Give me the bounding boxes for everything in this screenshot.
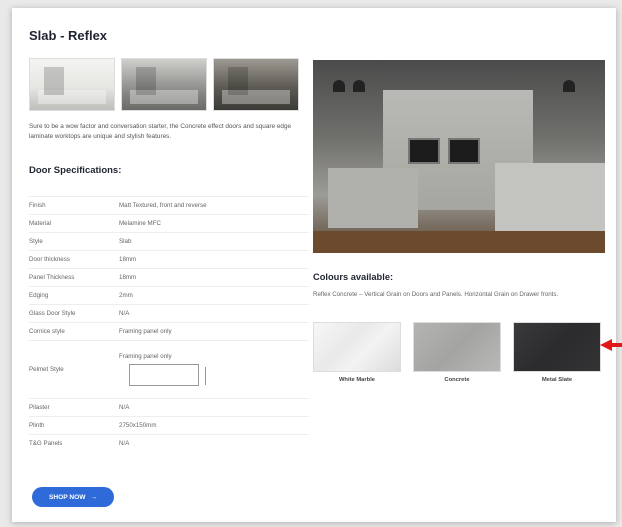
- swatch-label: Concrete: [444, 377, 470, 383]
- table-row: Style Slab: [29, 232, 309, 251]
- table-row: Door thickness 18mm: [29, 250, 309, 269]
- product-description: Sure to be a wow factor and conversation…: [29, 123, 292, 140]
- swatch-label: White Marble: [338, 377, 376, 383]
- shop-now-button[interactable]: SHOP NOW →: [32, 487, 114, 507]
- table-row: Edging 2mm: [29, 286, 309, 305]
- table-row: Pilaster N/A: [29, 398, 309, 417]
- swatch-label: Metal Slate: [541, 377, 573, 383]
- swatch-concrete[interactable]: [413, 322, 501, 372]
- page-title: Slab - Reflex: [29, 28, 108, 43]
- table-row: Plinth 2750x150mm: [29, 416, 309, 435]
- swatch-metal-slate[interactable]: [513, 322, 601, 372]
- thumbnail-2[interactable]: [121, 58, 207, 111]
- annotation-arrow-tail: [610, 343, 622, 347]
- thumbnail-3[interactable]: [213, 58, 299, 111]
- pelmet-diagram: [129, 364, 206, 386]
- swatch-white-marble[interactable]: [313, 322, 401, 372]
- table-row: Pelmet Style Framing panel only: [29, 340, 309, 399]
- thumbnail-1[interactable]: [29, 58, 115, 111]
- specs-table: Finish Matt Textured, front and reverse M…: [29, 196, 309, 453]
- arrow-right-icon: →: [90, 493, 98, 501]
- table-row: Cornice style Framing panel only: [29, 322, 309, 341]
- colours-heading: Colours available:: [313, 272, 394, 282]
- table-row: Finish Matt Textured, front and reverse: [29, 196, 309, 215]
- table-row: Panel Thickness 18mm: [29, 268, 309, 287]
- table-row: Material Melamine MFC: [29, 214, 309, 233]
- product-card: Slab - Reflex Sure to be a wow factor an…: [12, 8, 616, 522]
- hero-image: [313, 60, 605, 253]
- specs-heading: Door Specifications:: [29, 165, 122, 176]
- colours-description: Reflex Concrete – Vertical Grain on Door…: [313, 291, 559, 298]
- table-row: Glass Door Style N/A: [29, 304, 309, 323]
- table-row: T&G Panels N/A: [29, 434, 309, 453]
- thumbnail-strip: [29, 58, 299, 111]
